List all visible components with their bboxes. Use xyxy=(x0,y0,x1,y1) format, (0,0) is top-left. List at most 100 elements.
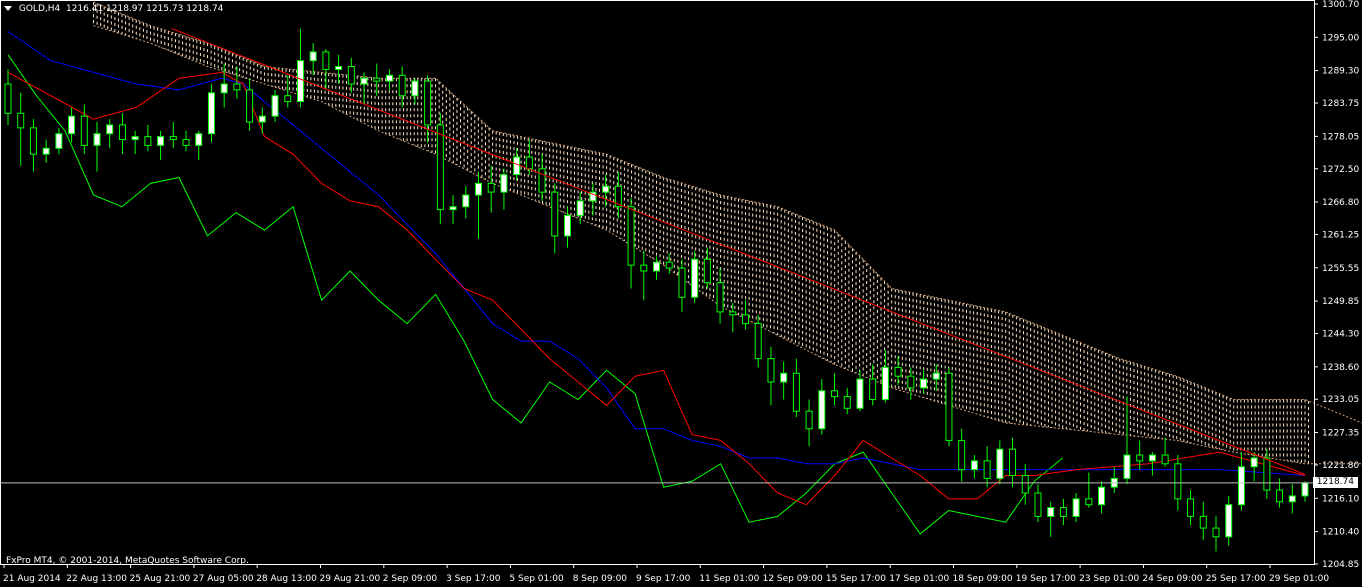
bear-candle-body xyxy=(29,127,37,155)
bear-candle-body xyxy=(678,267,686,298)
bull-candle-body xyxy=(1098,486,1106,506)
bull-candle-body xyxy=(309,51,317,62)
bear-candle-body xyxy=(525,156,533,170)
bull-candle-body xyxy=(68,115,76,135)
bear-candle-body xyxy=(805,410,813,430)
bear-candle-body xyxy=(831,390,839,398)
x-tick-label: 9 Sep 17:00 xyxy=(636,574,691,584)
x-tick-label: 18 Sep 09:00 xyxy=(953,574,1013,584)
bear-candle-body xyxy=(1212,527,1220,538)
x-tick-label: 29 Aug 21:00 xyxy=(320,574,381,584)
bull-candle-body xyxy=(271,95,279,117)
bear-candle-body xyxy=(17,112,25,129)
x-tick-label: 2 Sep 09:00 xyxy=(383,574,438,584)
bear-candle-body xyxy=(665,261,673,269)
dropdown-triangle-icon[interactable] xyxy=(4,6,12,11)
bull-candle-body xyxy=(207,92,215,135)
candle xyxy=(945,367,953,447)
price-chart[interactable]: 1300.70 1295.00 1289.30 1283.75 1278.05 1272.… xyxy=(0,0,1362,587)
bull-candle-body xyxy=(106,124,114,135)
ohlc-label: 1216.41 1218.97 1215.73 1218.74 xyxy=(65,4,224,14)
y-tick-label: 1244.30 xyxy=(1322,330,1359,340)
chart-header: GOLD,H4 1216.41 1218.97 1215.73 1218.74 xyxy=(4,4,223,14)
x-tick-label: 25 Aug 21:00 xyxy=(130,574,191,584)
bull-candle-body xyxy=(1288,495,1296,503)
bull-candle-body xyxy=(195,133,203,146)
bear-candle-body xyxy=(983,460,991,479)
x-tick-label: 22 Aug 13:00 xyxy=(66,574,127,584)
candle xyxy=(207,84,215,143)
bear-candle-body xyxy=(627,206,635,266)
bear-candle-body xyxy=(538,168,546,193)
bull-candle-body xyxy=(1123,454,1131,479)
bear-candle-body xyxy=(843,396,851,409)
x-tick-label: 29 Sep 01:00 xyxy=(1269,574,1329,584)
y-tick-label: 1261.25 xyxy=(1322,230,1359,240)
bear-candle-body xyxy=(424,80,432,126)
bull-candle-body xyxy=(996,448,1004,479)
bear-candle-body xyxy=(958,439,966,471)
y-tick-label: 1221.80 xyxy=(1322,461,1359,471)
bull-candle-body xyxy=(513,156,521,176)
bull-candle-body xyxy=(411,80,419,97)
bull-candle-body xyxy=(1148,454,1156,462)
copyright-text: FxPro MT4, © 2001-2014, MetaQuotes Softw… xyxy=(6,556,249,566)
bear-candle-body xyxy=(894,366,902,377)
bear-candle-body xyxy=(767,358,775,383)
y-tick-label: 1266.80 xyxy=(1322,198,1359,208)
bull-candle-body xyxy=(474,182,482,196)
bull-candle-body xyxy=(55,133,63,149)
x-tick-label: 21 Aug 2014 xyxy=(3,574,61,584)
candle xyxy=(436,113,444,225)
bear-candle-body xyxy=(1263,457,1271,491)
bear-candle-body xyxy=(246,89,254,123)
bull-candle-body xyxy=(856,378,864,409)
x-tick-label: 25 Sep 17:00 xyxy=(1206,574,1266,584)
symbol-label: GOLD,H4 xyxy=(18,4,61,14)
x-tick-label: 23 Sep 01:00 xyxy=(1079,574,1139,584)
bear-candle-body xyxy=(945,372,953,441)
x-tick-label: 15 Sep 17:00 xyxy=(826,574,886,584)
bear-candle-body xyxy=(169,136,177,141)
bull-candle-body xyxy=(220,83,228,94)
y-tick-label: 1295.00 xyxy=(1322,33,1359,43)
y-tick-label: 1216.10 xyxy=(1322,494,1359,504)
bear-candle-body xyxy=(1276,489,1284,503)
bull-candle-body xyxy=(360,77,368,85)
bear-candle-body xyxy=(1161,454,1169,465)
x-tick-label: 11 Sep 01:00 xyxy=(699,574,759,584)
bull-candle-body xyxy=(691,258,699,298)
bull-candle-body xyxy=(780,372,788,383)
bear-candle-body xyxy=(1187,498,1195,517)
bull-candle-body xyxy=(576,200,584,216)
y-tick-label: 1300.70 xyxy=(1322,0,1359,10)
y-tick-label: 1255.55 xyxy=(1322,264,1359,274)
bear-candle-body xyxy=(182,139,190,146)
bull-candle-body xyxy=(449,206,457,211)
bull-candle-body xyxy=(131,136,139,141)
bull-candle-body xyxy=(1250,457,1258,468)
bull-candle-body xyxy=(42,147,50,155)
y-tick-label: 1204.85 xyxy=(1322,560,1359,570)
bear-candle-body xyxy=(1034,492,1042,517)
bull-candle-body xyxy=(1237,466,1245,506)
y-tick-label: 1272.50 xyxy=(1322,165,1359,175)
bull-candle-body xyxy=(970,460,978,471)
bull-candle-body xyxy=(920,378,928,389)
bear-candle-body xyxy=(398,74,406,97)
bear-candle-body xyxy=(233,83,241,91)
y-tick-label: 1283.75 xyxy=(1322,99,1359,109)
bear-candle-body xyxy=(373,77,381,82)
bull-candle-body xyxy=(157,136,165,146)
bull-candle-body xyxy=(1225,504,1233,538)
bull-candle-body xyxy=(1047,507,1055,517)
bear-candle-body xyxy=(640,264,648,272)
y-tick-label: 1238.60 xyxy=(1322,363,1359,373)
x-tick-label: 24 Sep 09:00 xyxy=(1142,574,1202,584)
bull-candle-body xyxy=(462,194,470,208)
y-tick-label: 1233.05 xyxy=(1322,395,1359,405)
y-tick-label: 1210.40 xyxy=(1322,528,1359,538)
bear-candle-body xyxy=(1085,498,1093,506)
current-price-badge: 1218.74 xyxy=(1312,476,1358,488)
bull-candle-body xyxy=(881,366,889,401)
